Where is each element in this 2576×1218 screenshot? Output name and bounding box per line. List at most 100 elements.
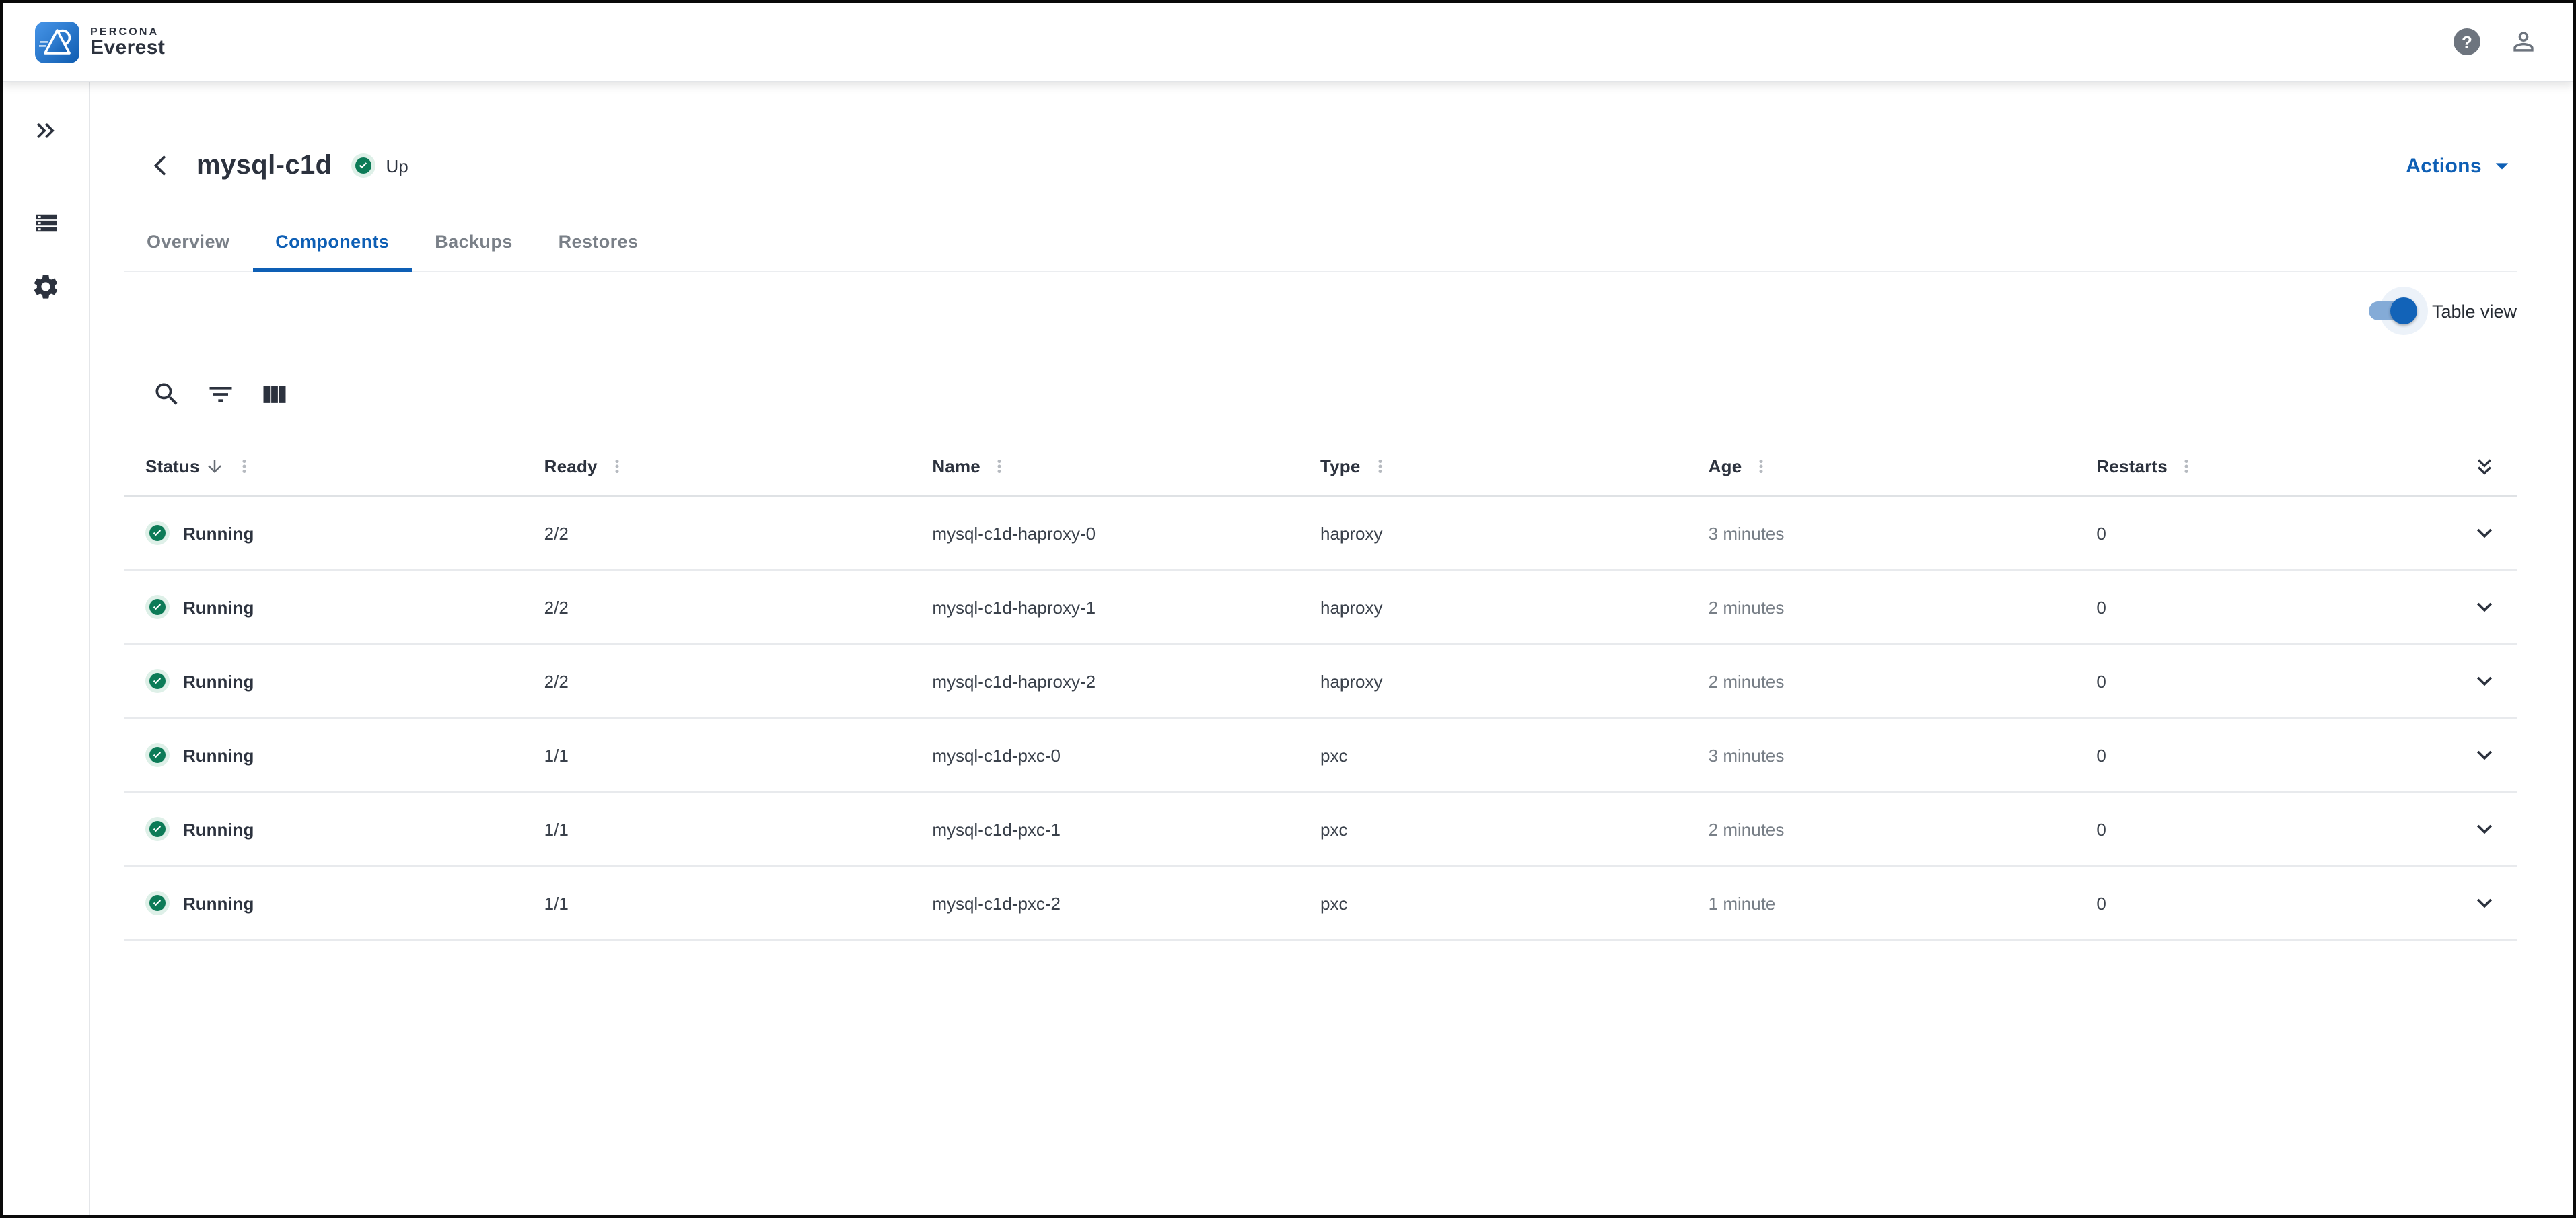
column-header-restarts: Restarts [2064,456,2452,476]
cell-ready: 1/1 [512,745,900,765]
chevron-down-icon [2470,518,2499,548]
more-vert-icon[interactable] [607,456,627,476]
database-list-icon [32,208,60,236]
brand-percona-label: PERCONA [90,25,165,37]
table-row[interactable]: Running 1/1 mysql-c1d-pxc-2 pxc 1 minute… [124,867,2517,941]
cell-name: mysql-c1d-pxc-1 [900,819,1288,839]
cell-restarts: 0 [2064,893,2452,913]
cell-name: mysql-c1d-haproxy-1 [900,597,1288,617]
check-circle-icon [145,521,170,545]
search-button[interactable] [145,373,188,416]
profile-button[interactable] [2506,24,2541,59]
check-circle-icon [351,153,375,178]
cell-type: pxc [1288,745,1676,765]
back-button[interactable] [140,145,180,186]
check-circle-icon [145,743,170,767]
more-vert-icon[interactable] [235,456,255,476]
help-icon: ? [2454,28,2480,55]
row-expand-button[interactable] [2466,588,2503,626]
status-badge-label: Up [386,155,408,176]
cell-ready: 1/1 [512,893,900,913]
cell-restarts: 0 [2064,597,2452,617]
brand-logo[interactable]: PERCONA Everest [35,21,165,63]
cell-status: Running [183,523,254,543]
cell-age: 2 minutes [1676,671,2065,691]
double-chevron-right-icon [31,116,61,145]
tab-restores[interactable]: Restores [536,217,661,271]
page-title: mysql-c1d [196,150,332,181]
tab-overview[interactable]: Overview [124,217,252,271]
filter-icon [206,380,236,409]
chevron-down-icon [2470,740,2499,770]
table-row[interactable]: Running 2/2 mysql-c1d-haproxy-1 haproxy … [124,571,2517,645]
cell-name: mysql-c1d-pxc-2 [900,893,1288,913]
table-row[interactable]: Running 2/2 mysql-c1d-haproxy-2 haproxy … [124,645,2517,719]
help-button[interactable]: ? [2449,24,2484,59]
tab-backups[interactable]: Backups [412,217,535,271]
check-circle-icon [145,817,170,841]
sidebar-expand-button[interactable] [27,112,65,149]
row-expand-button[interactable] [2466,514,2503,552]
row-expand-button[interactable] [2466,884,2503,922]
table-row[interactable]: Running 1/1 mysql-c1d-pxc-1 pxc 2 minute… [124,793,2517,867]
more-vert-icon[interactable] [1370,456,1390,476]
table-view-toggle[interactable] [2362,293,2421,328]
sidebar-item-databases[interactable] [27,203,65,241]
cell-name: mysql-c1d-haproxy-0 [900,523,1288,543]
cell-status: Running [183,745,254,765]
view-toggle-row: Table view [124,284,2517,338]
table-row[interactable]: Running 2/2 mysql-c1d-haproxy-0 haproxy … [124,497,2517,571]
page-header: mysql-c1d Up Actions [124,141,2517,190]
arrow-down-icon[interactable] [205,456,225,476]
cell-ready: 1/1 [512,819,900,839]
tab-components[interactable]: Components [252,217,412,271]
cell-age: 2 minutes [1676,819,2065,839]
chevron-down-icon [2470,666,2499,696]
settings-gear-icon [31,272,61,301]
cell-status: Running [183,671,254,691]
columns-icon [260,380,289,409]
chevron-left-icon [148,153,172,178]
cell-restarts: 0 [2064,819,2452,839]
expand-all-rows-button[interactable] [2466,447,2503,485]
cell-status: Running [183,819,254,839]
topbar-actions: ? [2449,24,2541,59]
column-header-ready: Ready [512,456,900,476]
cell-restarts: 0 [2064,523,2452,543]
cell-restarts: 0 [2064,745,2452,765]
cell-ready: 2/2 [512,671,900,691]
chevron-down-icon [2470,592,2499,622]
cell-type: haproxy [1288,597,1676,617]
chevron-down-icon [2470,888,2499,918]
top-bar: PERCONA Everest ? [3,3,2573,82]
caret-down-icon [2487,151,2517,180]
cell-name: mysql-c1d-haproxy-2 [900,671,1288,691]
columns-button[interactable] [253,373,296,416]
check-circle-icon [145,891,170,915]
more-vert-icon[interactable] [1751,456,1771,476]
row-expand-button[interactable] [2466,662,2503,700]
more-vert-icon[interactable] [990,456,1010,476]
percona-logo-icon [35,21,79,63]
cell-type: pxc [1288,819,1676,839]
actions-button[interactable]: Actions [2406,151,2517,180]
column-header-name: Name [900,456,1288,476]
cell-ready: 2/2 [512,597,900,617]
cell-age: 1 minute [1676,893,2065,913]
sidebar [3,82,90,1215]
components-table: Status Ready Name Type [124,437,2517,941]
cell-status: Running [183,893,254,913]
column-header-status: Status [124,456,512,476]
table-row[interactable]: Running 1/1 mysql-c1d-pxc-0 pxc 3 minute… [124,719,2517,793]
cell-restarts: 0 [2064,671,2452,691]
table-header-row: Status Ready Name Type [124,437,2517,497]
more-vert-icon[interactable] [2177,456,2197,476]
sidebar-item-settings[interactable] [27,268,65,306]
column-header-age: Age [1676,456,2065,476]
column-header-type: Type [1288,456,1676,476]
cell-type: haproxy [1288,523,1676,543]
row-expand-button[interactable] [2466,736,2503,774]
row-expand-button[interactable] [2466,810,2503,848]
cell-age: 2 minutes [1676,597,2065,617]
filter-button[interactable] [199,373,242,416]
